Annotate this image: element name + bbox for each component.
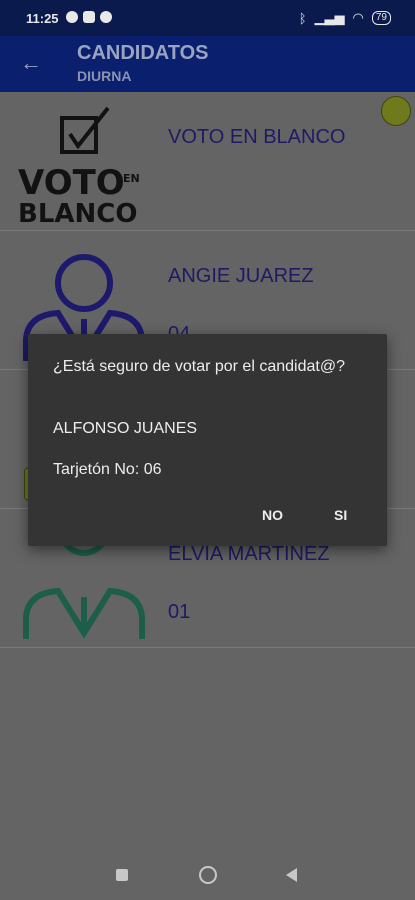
wifi-icon: ◠ (352, 10, 364, 25)
si-button[interactable]: SI (334, 507, 347, 523)
svg-text:VOTO: VOTO (18, 163, 125, 203)
bluetooth-icon: ᛒ (298, 10, 307, 26)
notification-icons (66, 11, 112, 23)
svg-text:BLANCO: BLANCO (18, 199, 137, 224)
system-navigation-bar (0, 850, 415, 900)
back-triangle-icon[interactable] (286, 868, 297, 882)
youtube-icon (83, 11, 95, 23)
app-notification-icon (100, 11, 112, 23)
back-arrow-icon[interactable]: ← (20, 50, 42, 76)
candidate-name: ELVIA MARTINEZ (168, 543, 330, 565)
page-subtitle: DIURNA (77, 68, 132, 84)
list-item[interactable]: VOTO EN BLANCO VOTO EN BLANCO (0, 92, 415, 231)
candidate-name: VOTO EN BLANCO (168, 126, 346, 148)
confirm-vote-dialog: ¿Está seguro de votar por el candidat@? … (28, 334, 387, 546)
candidate-name: ANGIE JUAREZ (168, 265, 314, 287)
dialog-tarjeton-number: Tarjetón No: 06 (53, 461, 162, 478)
status-time: 11:25 (26, 11, 59, 26)
app-bar: ← CANDIDATOS DIURNA (0, 36, 415, 92)
battery-icon: 79 (371, 11, 391, 25)
svg-text:EN: EN (123, 172, 140, 185)
signal-icon: ▁▃▅ (314, 10, 345, 25)
dialog-message: ¿Está seguro de votar por el candidat@? (53, 358, 345, 375)
selection-indicator (381, 96, 411, 126)
status-bar: 11:25 ᛒ ▁▃▅ ◠ 79 (0, 0, 415, 36)
no-button[interactable]: NO (262, 507, 283, 523)
voto-en-blanco-logo: VOTO EN BLANCO (18, 106, 140, 224)
page-title: CANDIDATOS (77, 42, 209, 64)
facebook-icon (66, 11, 78, 23)
system-icons: ᛒ ▁▃▅ ◠ 79 (299, 10, 391, 26)
home-icon[interactable] (199, 866, 217, 884)
dialog-candidate-name: ALFONSO JUANES (53, 420, 198, 437)
candidate-number: 01 (168, 601, 191, 623)
recent-apps-icon[interactable] (116, 869, 128, 881)
